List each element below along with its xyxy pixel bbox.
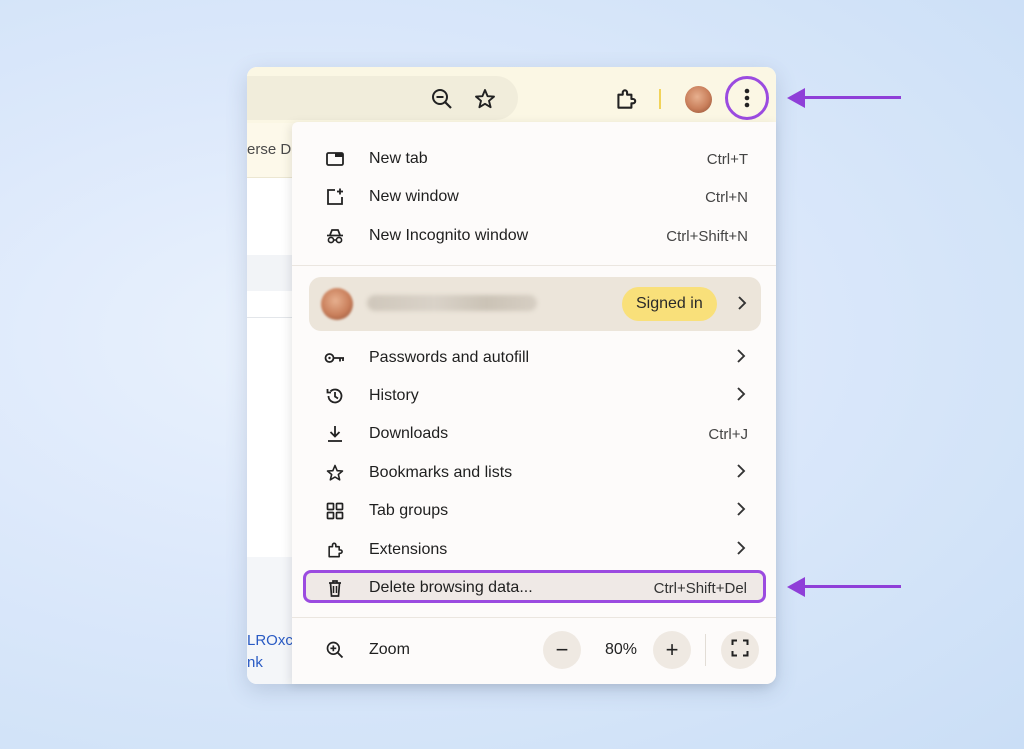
- zoom-out-icon[interactable]: [429, 86, 455, 112]
- menu-item-shortcut: Ctrl+Shift+Del: [653, 580, 747, 597]
- profile-row[interactable]: Signed in: [309, 277, 761, 331]
- menu-item-tab-groups[interactable]: Tab groups: [292, 492, 776, 530]
- menu-item-shortcut: Ctrl+N: [705, 188, 748, 206]
- signed-in-badge: Signed in: [622, 287, 717, 321]
- menu-item-new-window[interactable]: New window Ctrl+N: [292, 178, 776, 216]
- menu-item-label: Delete browsing data...: [369, 579, 533, 596]
- menu-item-extensions[interactable]: Extensions: [292, 531, 776, 569]
- profile-avatar: [321, 288, 353, 320]
- menu-item-shortcut: Ctrl+Shift+N: [666, 227, 748, 245]
- menu-item-label: Downloads: [369, 425, 449, 442]
- toolbar-divider: [659, 89, 661, 109]
- zoom-value: 80%: [604, 641, 638, 658]
- chevron-right-icon: [736, 386, 746, 406]
- new-tab-icon: [324, 148, 346, 170]
- zoom-row: Zoom: [292, 631, 776, 669]
- page-link[interactable]: LROxc: [247, 632, 293, 649]
- menu-item-downloads[interactable]: Downloads Ctrl+J: [292, 415, 776, 453]
- profile-email-blurred: [367, 295, 537, 311]
- menu-item-bookmarks[interactable]: Bookmarks and lists: [292, 454, 776, 492]
- menu-item-shortcut: Ctrl+T: [706, 150, 748, 168]
- chevron-right-icon: [737, 295, 747, 316]
- menu-separator: [292, 265, 776, 266]
- zoom-divider: [705, 634, 706, 666]
- kebab-menu-button[interactable]: [725, 76, 769, 120]
- menu-item-passwords[interactable]: Passwords and autofill: [292, 339, 776, 377]
- menu-separator: [292, 617, 776, 618]
- menu-item-label: Passwords and autofill: [369, 349, 530, 366]
- download-icon: [324, 423, 346, 445]
- menu-item-label: New window: [369, 188, 459, 205]
- puzzle-icon: [324, 539, 346, 561]
- menu-item-delete-browsing-data[interactable]: Delete browsing data... Ctrl+Shift+Del: [303, 570, 766, 603]
- zoom-in-button[interactable]: +: [653, 631, 691, 669]
- menu-item-new-tab[interactable]: New tab Ctrl+T: [292, 140, 776, 178]
- zoom-label: Zoom: [369, 641, 410, 658]
- star-icon: [324, 462, 346, 484]
- profile-avatar[interactable]: [685, 86, 712, 113]
- key-icon: [324, 347, 346, 369]
- bookmark-text[interactable]: erse Di: [247, 141, 295, 158]
- tab-groups-icon: [324, 500, 346, 522]
- incognito-icon: [324, 225, 346, 247]
- arrow-shaft: [800, 96, 901, 99]
- menu-item-new-incognito[interactable]: New Incognito window Ctrl+Shift+N: [292, 217, 776, 255]
- menu-item-shortcut: Ctrl+J: [708, 425, 748, 443]
- chevron-right-icon: [736, 463, 746, 483]
- trash-icon: [326, 578, 344, 603]
- browser-toolbar: [247, 67, 776, 123]
- chevron-right-icon: [736, 348, 746, 368]
- menu-item-label: New tab: [369, 150, 428, 167]
- menu-item-label: Extensions: [369, 541, 448, 558]
- menu-item-label: Tab groups: [369, 502, 449, 519]
- chevron-right-icon: [736, 501, 746, 521]
- new-window-icon: [324, 186, 346, 208]
- menu-item-label: Bookmarks and lists: [369, 464, 513, 481]
- zoom-out-button[interactable]: −: [543, 631, 581, 669]
- bookmark-star-icon[interactable]: [472, 86, 498, 112]
- page-link[interactable]: nk: [247, 654, 263, 671]
- extensions-icon[interactable]: [612, 85, 640, 113]
- menu-item-label: New Incognito window: [369, 227, 529, 244]
- fullscreen-button[interactable]: [721, 631, 759, 669]
- zoom-in-icon: [324, 639, 346, 661]
- fullscreen-icon: [731, 637, 749, 663]
- history-icon: [324, 385, 346, 407]
- menu-item-history[interactable]: History: [292, 377, 776, 415]
- menu-item-label: History: [369, 387, 419, 404]
- chevron-right-icon: [736, 540, 746, 560]
- arrow-shaft: [800, 585, 901, 588]
